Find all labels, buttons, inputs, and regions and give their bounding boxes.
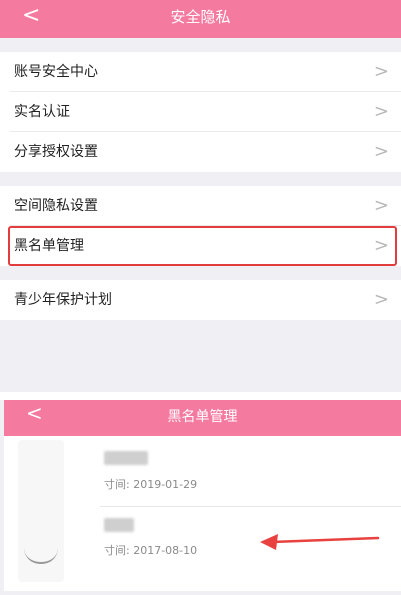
page-title: 安全隐私 <box>170 8 231 26</box>
entry-divider <box>100 506 401 507</box>
blacklist-page-title: 黑名单管理 <box>167 409 238 425</box>
settings-group-account: 账号安全中心 > 实名认证 > 分享授权设置 > <box>0 52 401 172</box>
row-label: 青少年保护计划 <box>14 292 112 308</box>
row-share-authorization-settings[interactable]: 分享授权设置 > <box>0 132 401 172</box>
blacklist-entry-date: 寸间: 2019-01-29 <box>104 478 198 491</box>
chevron-right-icon: > <box>373 141 389 162</box>
row-label: 账号安全中心 <box>14 64 98 80</box>
chevron-right-icon: > <box>373 61 389 82</box>
blacklist-entry-date: 寸间: 2017-08-10 <box>104 544 198 557</box>
chevron-right-icon: > <box>373 101 389 122</box>
row-label: 实名认证 <box>14 104 70 120</box>
settings-group-youth: 青少年保护计划 > <box>0 280 401 320</box>
row-label: 分享授权设置 <box>14 144 98 160</box>
chevron-right-icon: > <box>373 289 389 310</box>
blurred-username <box>104 518 134 532</box>
row-label: 空间隐私设置 <box>14 198 98 214</box>
row-space-privacy-settings[interactable]: 空间隐私设置 > <box>0 186 401 226</box>
red-arrow-icon <box>260 534 380 550</box>
screenshot-divider <box>0 392 401 400</box>
chevron-right-icon: > <box>373 195 389 216</box>
row-account-security-center[interactable]: 账号安全中心 > <box>0 52 401 92</box>
row-youth-protection-plan[interactable]: 青少年保护计划 > <box>0 280 401 320</box>
row-real-name-verification[interactable]: 实名认证 > <box>0 92 401 132</box>
blurred-username <box>104 451 148 465</box>
highlight-box <box>8 226 397 266</box>
